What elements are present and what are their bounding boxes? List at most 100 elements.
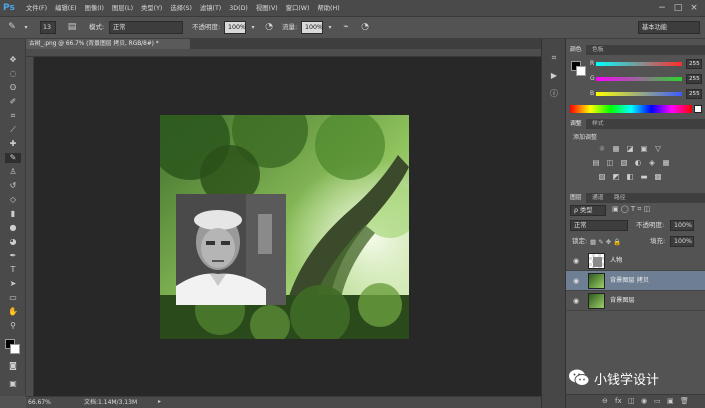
- canvas-area[interactable]: [34, 57, 541, 396]
- eraser-tool-icon[interactable]: ◇: [5, 195, 21, 205]
- fill-input[interactable]: 100%: [670, 236, 694, 247]
- new-adjustment-icon[interactable]: ◉: [641, 397, 654, 405]
- color-balance-icon[interactable]: ◫: [604, 158, 616, 168]
- channel-mixer-icon[interactable]: ◈: [646, 158, 658, 168]
- crop-tool-icon[interactable]: ⌗: [5, 111, 21, 121]
- path-select-tool-icon[interactable]: ➤: [5, 279, 21, 289]
- tab-styles[interactable]: 样式: [588, 119, 608, 129]
- white-swatch[interactable]: [694, 105, 702, 113]
- quick-select-tool-icon[interactable]: ✐: [5, 97, 21, 107]
- lock-icons[interactable]: ▦ ✎ ✥ 🔒: [590, 238, 621, 246]
- brush-panel-icon[interactable]: ▤: [66, 21, 78, 34]
- posterize-icon[interactable]: ◩: [610, 172, 622, 182]
- blue-channel-slider[interactable]: B 255: [590, 89, 702, 99]
- brush-size-picker[interactable]: 13: [40, 21, 56, 34]
- tab-paths[interactable]: 路径: [610, 193, 630, 203]
- marquee-tool-icon[interactable]: ◌: [5, 69, 21, 79]
- brush-tool-icon[interactable]: ✎: [5, 153, 21, 163]
- gradient-map-icon[interactable]: ▬: [638, 172, 650, 182]
- document-info[interactable]: 文档:1.14M/3.13M: [84, 397, 137, 408]
- chevron-right-icon[interactable]: ▸: [158, 398, 161, 405]
- chevron-down-icon[interactable]: ▾: [324, 21, 336, 34]
- opacity-input[interactable]: 100%: [224, 21, 246, 34]
- chevron-down-icon[interactable]: ▾: [247, 21, 259, 34]
- airbrush-icon[interactable]: ⌁: [340, 21, 352, 34]
- layer-name[interactable]: 背景图层: [610, 291, 635, 311]
- layer-row-background[interactable]: ◉ 背景图层: [566, 291, 705, 311]
- blend-mode-select[interactable]: 正常: [570, 220, 628, 231]
- eye-icon[interactable]: ◉: [571, 256, 581, 266]
- new-layer-icon[interactable]: ▣: [667, 397, 680, 405]
- trash-icon[interactable]: 🗑: [680, 397, 693, 405]
- gradient-tool-icon[interactable]: ▮: [5, 209, 21, 219]
- chevron-down-icon[interactable]: ▾: [20, 21, 32, 34]
- person-layer-image[interactable]: [176, 194, 286, 305]
- layer-filter-select[interactable]: ρ 类型: [570, 205, 606, 216]
- quick-mask-icon[interactable]: ◙: [5, 361, 21, 371]
- tab-color[interactable]: 颜色: [566, 45, 586, 55]
- brush-tool-icon[interactable]: ✎: [6, 21, 18, 34]
- menu-filter[interactable]: 滤镜(T): [200, 0, 221, 17]
- layer-filter-icons[interactable]: ▣ ◯ T ⌗ ◫: [612, 205, 650, 214]
- brightness-icon[interactable]: ☼: [596, 144, 608, 154]
- stamp-tool-icon[interactable]: ♙: [5, 167, 21, 177]
- layer-name[interactable]: 背景图层 拷贝: [610, 271, 649, 291]
- red-slider-track[interactable]: [596, 62, 682, 66]
- color-spectrum-bar[interactable]: [570, 105, 692, 113]
- tab-swatches[interactable]: 色板: [588, 45, 608, 55]
- lasso-tool-icon[interactable]: ʘ: [5, 83, 21, 93]
- photo-filter-icon[interactable]: ◐: [632, 158, 644, 168]
- menu-help[interactable]: 帮助(H): [317, 0, 339, 17]
- blur-tool-icon[interactable]: ●: [5, 223, 21, 233]
- menu-file[interactable]: 文件(F): [26, 0, 47, 17]
- info-panel-icon[interactable]: ⓘ: [546, 89, 562, 99]
- pressure-opacity-icon[interactable]: ◔: [263, 21, 275, 34]
- mode-select[interactable]: 正常: [109, 21, 183, 34]
- tab-channels[interactable]: 通道: [588, 193, 608, 203]
- close-button[interactable]: ×: [687, 2, 701, 14]
- selective-color-icon[interactable]: ▩: [652, 172, 664, 182]
- menu-window[interactable]: 窗口(W): [286, 0, 310, 17]
- dodge-tool-icon[interactable]: ◕: [5, 237, 21, 247]
- menu-image[interactable]: 图像(I): [85, 0, 104, 17]
- levels-icon[interactable]: ▦: [610, 144, 622, 154]
- invert-icon[interactable]: ▨: [596, 172, 608, 182]
- exposure-icon[interactable]: ▣: [638, 144, 650, 154]
- maximize-button[interactable]: □: [671, 2, 685, 14]
- blue-slider-track[interactable]: [596, 92, 682, 96]
- shape-tool-icon[interactable]: ▭: [5, 293, 21, 303]
- document-tab[interactable]: 古树_.png @ 66.7% (背景图层 拷贝, RGB/8#) *: [26, 39, 190, 49]
- menu-type[interactable]: 类型(Y): [141, 0, 162, 17]
- menu-select[interactable]: 选择(S): [170, 0, 192, 17]
- red-value-input[interactable]: 255: [686, 59, 702, 69]
- menu-layer[interactable]: 图层(L): [112, 0, 133, 17]
- eye-icon[interactable]: ◉: [571, 276, 581, 286]
- green-value-input[interactable]: 255: [686, 74, 702, 84]
- layer-name[interactable]: 人物: [610, 251, 622, 271]
- layer-style-icon[interactable]: fx: [615, 397, 628, 405]
- red-channel-slider[interactable]: R 255: [590, 59, 702, 69]
- menu-view[interactable]: 视图(V): [256, 0, 278, 17]
- tab-adjustments[interactable]: 调整: [566, 119, 586, 129]
- pen-tool-icon[interactable]: ✒: [5, 251, 21, 261]
- color-lookup-icon[interactable]: ▦: [660, 158, 672, 168]
- background-color-swatch[interactable]: [10, 344, 20, 354]
- type-tool-icon[interactable]: T: [5, 265, 21, 275]
- move-tool-icon[interactable]: ✥: [5, 55, 21, 65]
- actions-panel-icon[interactable]: ▶: [546, 71, 562, 81]
- zoom-tool-icon[interactable]: ⚲: [5, 321, 21, 331]
- green-slider-track[interactable]: [596, 77, 682, 81]
- layer-opacity-input[interactable]: 100%: [670, 220, 694, 231]
- add-mask-icon[interactable]: ◫: [628, 397, 641, 405]
- menu-edit[interactable]: 编辑(E): [55, 0, 77, 17]
- flow-input[interactable]: 100%: [301, 21, 323, 34]
- minimize-button[interactable]: −: [655, 2, 669, 14]
- workspace-select[interactable]: 基本功能: [638, 21, 700, 34]
- zoom-level[interactable]: 66.67%: [28, 397, 51, 408]
- hue-saturation-icon[interactable]: ▤: [590, 158, 602, 168]
- tab-layers[interactable]: 图层: [566, 193, 586, 203]
- new-group-icon[interactable]: ▭: [654, 397, 667, 405]
- black-white-icon[interactable]: ▧: [618, 158, 630, 168]
- blue-value-input[interactable]: 255: [686, 89, 702, 99]
- history-brush-tool-icon[interactable]: ↺: [5, 181, 21, 191]
